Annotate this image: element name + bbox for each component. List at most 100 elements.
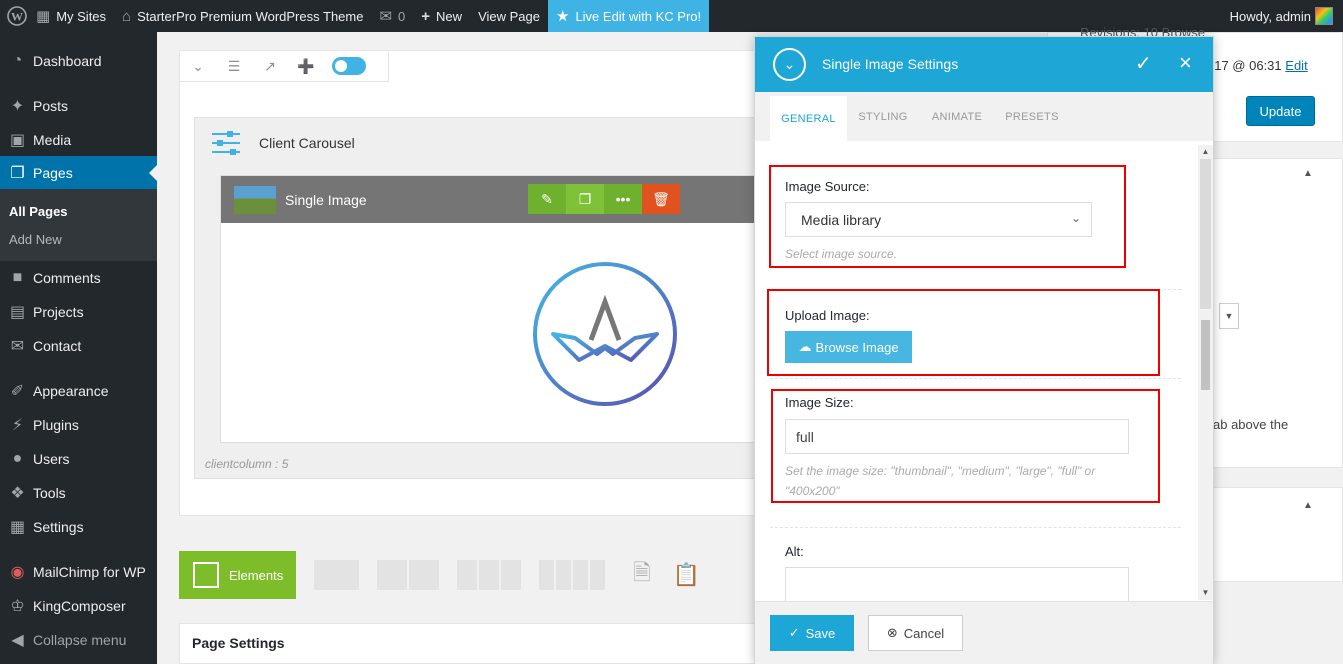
add-page-icon[interactable]: ➕ [288, 58, 324, 75]
my-sites-link[interactable]: ▦ My Sites [28, 0, 114, 32]
pages-icon: ❐ [10, 165, 25, 182]
site-name-link[interactable]: ⌂ StarterPro Premium WordPress Theme [114, 0, 371, 32]
sidebar-item-label: Posts [33, 98, 69, 114]
wordpress-logo-icon[interactable]: W [0, 0, 28, 32]
sites-icon: ▦ [36, 8, 51, 25]
sidebar-item-label: Comments [33, 270, 101, 286]
scroll-up-icon[interactable]: ▲ [1198, 145, 1213, 159]
kc-editor: ⌄ ☰ ↗ ➕ Client Carousel Single Image ✎ ❐… [179, 50, 782, 516]
tab-general[interactable]: GENERAL [770, 96, 847, 141]
submenu-all-pages[interactable]: All Pages [9, 204, 68, 219]
chevron-down-icon[interactable]: ⌄ [773, 48, 806, 81]
highlight-box [767, 289, 1160, 376]
sidebar-item-plugins[interactable]: ⚡ Plugins [0, 408, 157, 442]
chevron-down-icon[interactable]: ⌄ [180, 58, 216, 75]
layout-3-col-icon[interactable] [457, 560, 521, 590]
sidebar-item-label: Tools [33, 485, 66, 501]
tab-styling[interactable]: STYLING [847, 92, 919, 141]
home-icon: ⌂ [122, 7, 132, 25]
settings-icon: ▦ [9, 519, 26, 536]
list-icon[interactable]: ☰ [216, 58, 252, 75]
single-image-settings-modal: ⌄ Single Image Settings ✓ × GENERAL STYL… [754, 36, 1214, 664]
export-icon[interactable]: ↗ [252, 58, 288, 75]
tab-presets[interactable]: PRESETS [995, 92, 1069, 141]
clipboard-icon[interactable]: 📋 [673, 562, 700, 588]
plugin-icon: ⚡ [11, 417, 24, 434]
alt-label: Alt: [785, 544, 804, 559]
edit-icon[interactable]: ✎ [528, 184, 566, 214]
highlight-box [769, 165, 1126, 268]
save-label: Save [805, 625, 836, 641]
howdy-label: Howdy, admin [1229, 8, 1311, 24]
new-content-link[interactable]: + New [413, 0, 470, 32]
close-icon[interactable]: × [1179, 50, 1192, 76]
sidebar-item-dashboard[interactable]: ◔ Dashboard [0, 44, 157, 78]
live-toggle[interactable] [332, 57, 366, 75]
live-edit-button[interactable]: ★ Live Edit with KC Pro! [547, 0, 710, 32]
sidebar-item-media[interactable]: ▣ Media [0, 123, 157, 157]
layout-1-col-icon[interactable] [314, 560, 359, 590]
sidebar-item-mailchimp[interactable]: ◉ MailChimp for WP [0, 555, 157, 589]
elements-button[interactable]: Elements [179, 551, 296, 599]
help-text-fragment: ab above the [1213, 417, 1289, 432]
tab-animate[interactable]: ANIMATE [921, 92, 993, 141]
more-icon[interactable]: ••• [604, 184, 642, 214]
crown-icon: ♔ [10, 598, 25, 615]
account-menu[interactable]: Howdy, admin [1230, 0, 1343, 32]
scroll-down-icon[interactable]: ▼ [1198, 586, 1213, 600]
sidebar-item-collapse[interactable]: ◀ Collapse menu [0, 623, 157, 657]
expand-icon [193, 562, 219, 588]
cancel-button[interactable]: ⊗ Cancel [868, 615, 963, 651]
page-settings-title: Page Settings [192, 635, 285, 651]
view-page-link[interactable]: View Page [470, 0, 548, 32]
sidebar-item-label: Projects [33, 304, 84, 320]
sidebar-item-settings[interactable]: ▦ Settings [0, 510, 157, 544]
comments-link[interactable]: ✉ 0 [371, 0, 413, 32]
layout-4-col-icon[interactable] [539, 560, 605, 590]
sidebar-item-users[interactable]: ● Users [0, 442, 157, 476]
sidebar-item-pages[interactable]: ❐ Pages [0, 156, 157, 190]
copy-icon[interactable]: ❐ [566, 184, 604, 214]
media-icon: ▣ [9, 132, 26, 149]
modal-title: Single Image Settings [822, 56, 959, 72]
sidebar-item-comments[interactable]: ■ Comments [0, 261, 157, 295]
scrollbar-thumb[interactable] [1201, 320, 1210, 390]
sidebar-item-contact[interactable]: ✉ Contact [0, 329, 157, 363]
element-header[interactable]: Single Image ✎ ❐ ••• 🗑 [221, 176, 782, 223]
save-button[interactable]: ✓ Save [770, 615, 854, 651]
sidebar-item-kingcomposer[interactable]: ♔ KingComposer [0, 589, 157, 623]
sidebar-item-label: Plugins [33, 417, 79, 433]
live-edit-label: Live Edit with KC Pro! [575, 8, 702, 24]
avatar [1315, 7, 1333, 25]
sidebar-item-appearance[interactable]: ✐ Appearance [0, 374, 157, 408]
editor-toolbar: ⌄ ☰ ↗ ➕ [180, 51, 389, 82]
sidebar-item-label: Contact [33, 338, 82, 354]
collapse-arrow-icon[interactable]: ▲ [1303, 500, 1313, 511]
sidebar-item-posts[interactable]: ✦ Posts [0, 89, 157, 123]
sidebar-item-tools[interactable]: ❖ Tools [0, 476, 157, 510]
modal-scrollbar[interactable]: ▲ ▼ [1198, 145, 1213, 600]
sidebar-item-label: KingComposer [33, 598, 126, 614]
check-icon[interactable]: ✓ [1135, 51, 1152, 76]
pin-icon: ✦ [10, 98, 25, 115]
collapse-arrow-icon[interactable]: ▲ [1303, 168, 1313, 179]
image-thumbnail-icon [234, 185, 276, 214]
document-icon[interactable]: 🗎 [633, 556, 651, 594]
pages-submenu: All Pages Add New [0, 189, 157, 261]
sliders-icon [212, 131, 240, 155]
new-label: New [436, 8, 463, 24]
delete-icon[interactable]: 🗑 [642, 184, 680, 214]
edit-date-link[interactable]: Edit [1285, 58, 1307, 73]
elements-label: Elements [229, 567, 284, 583]
sidebar-item-projects[interactable]: ▤ Projects [0, 295, 157, 329]
alt-input[interactable] [785, 567, 1129, 601]
layout-2-col-icon[interactable] [377, 560, 439, 590]
sidebar-item-label: MailChimp for WP [33, 564, 146, 580]
update-button[interactable]: Update [1246, 96, 1315, 126]
sidebar-item-label: Collapse menu [33, 632, 127, 648]
submenu-add-new[interactable]: Add New [9, 232, 62, 247]
template-select[interactable]: ▼ [1219, 303, 1239, 329]
publish-date: 017 @ 06:31 Edit [1207, 58, 1308, 73]
row-header[interactable]: Client Carousel [195, 118, 781, 168]
users-icon: ● [12, 450, 23, 467]
